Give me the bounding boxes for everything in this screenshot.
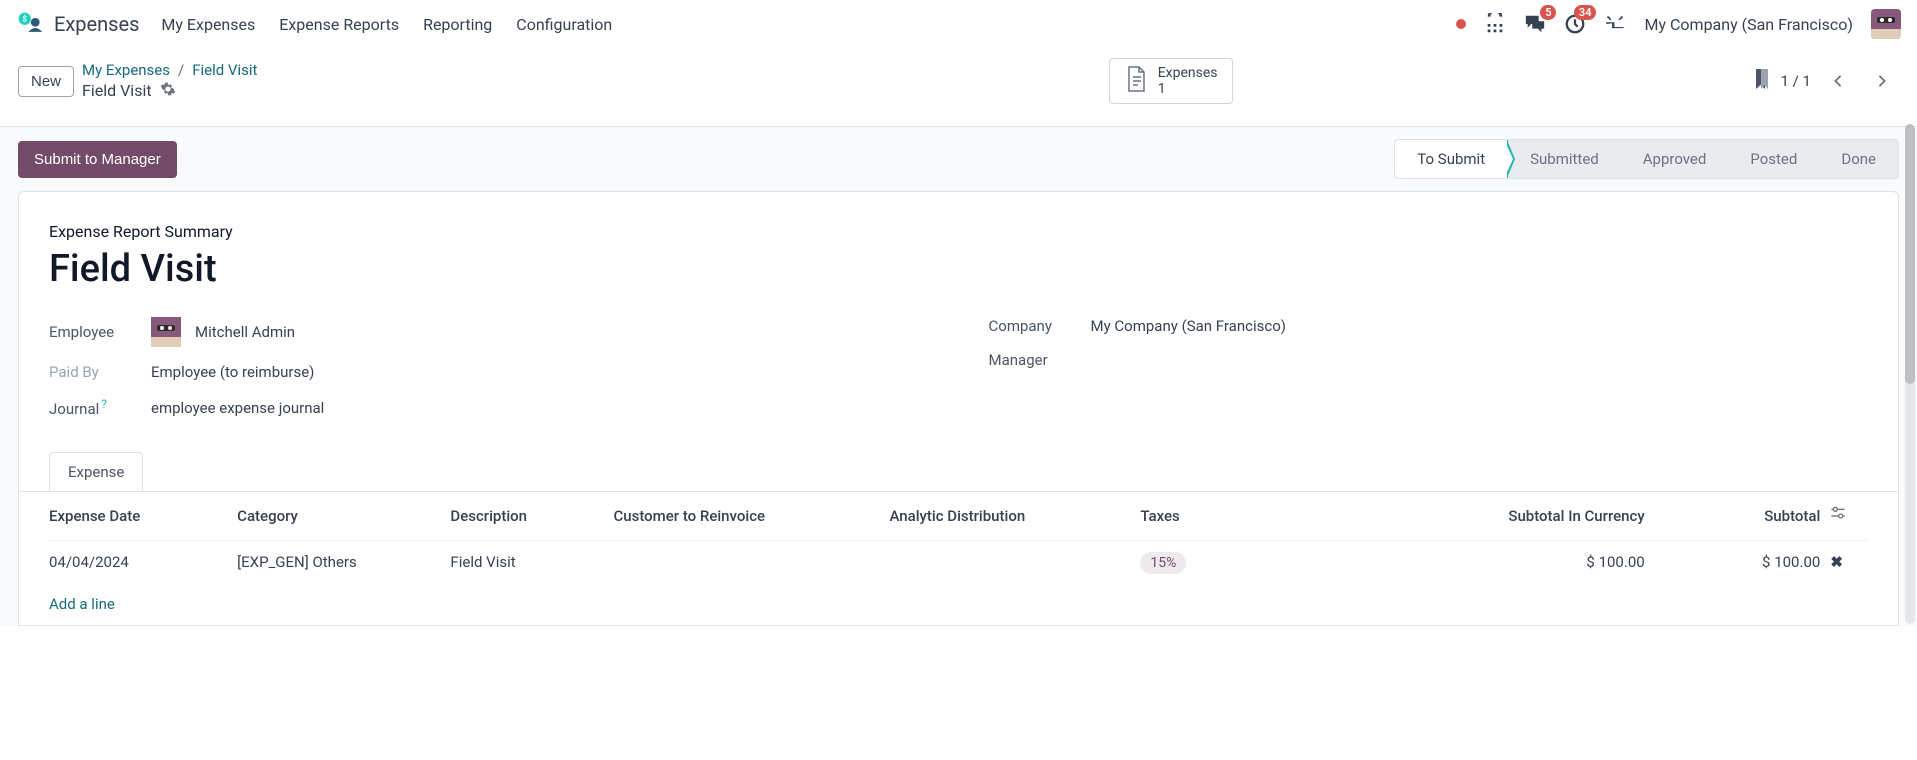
label-paid-by: Paid By (49, 363, 137, 381)
messages-badge: 5 (1540, 5, 1556, 20)
nav-configuration[interactable]: Configuration (516, 15, 612, 34)
status-to-submit[interactable]: To Submit (1394, 139, 1508, 179)
company-switcher[interactable]: My Company (San Francisco) (1644, 15, 1853, 34)
col-analytic[interactable]: Analytic Distribution (889, 492, 1140, 541)
dialer-icon[interactable] (1484, 13, 1506, 35)
messages-icon[interactable]: 5 (1524, 13, 1546, 35)
label-company: Company (989, 317, 1077, 335)
value-journal[interactable]: employee expense journal (151, 399, 324, 417)
top-nav: $ Expenses My Expenses Expense Reports R… (0, 0, 1917, 48)
app-title[interactable]: Expenses (54, 12, 139, 36)
action-bar: Submit to Manager To Submit Submitted Ap… (18, 127, 1899, 191)
scrollbar[interactable] (1905, 124, 1915, 624)
col-customer[interactable]: Customer to Reinvoice (614, 492, 890, 541)
optional-columns-icon[interactable] (1830, 508, 1846, 526)
submit-to-manager-button[interactable]: Submit to Manager (18, 141, 177, 178)
systray: 5 34 My Company (San Francisco) (1456, 9, 1901, 39)
label-employee: Employee (49, 323, 137, 341)
cell-subtotal[interactable]: $ 100.00 (1655, 541, 1831, 584)
col-category[interactable]: Category (237, 492, 450, 541)
nav-my-expenses[interactable]: My Expenses (161, 15, 255, 34)
status-done[interactable]: Done (1819, 140, 1898, 178)
table-row[interactable]: 04/04/2024 [EXP_GEN] Others Field Visit … (49, 541, 1868, 584)
stat-label: Expenses (1158, 65, 1218, 81)
cell-subtotal-currency[interactable]: $ 100.00 (1366, 541, 1655, 584)
cell-category[interactable]: [EXP_GEN] Others (237, 541, 450, 584)
col-subtotal[interactable]: Subtotal (1655, 492, 1831, 541)
status-submitted[interactable]: Submitted (1508, 140, 1621, 178)
report-title[interactable]: Field Visit (49, 247, 1868, 291)
value-employee[interactable]: Mitchell Admin (195, 323, 295, 341)
cell-description[interactable]: Field Visit (450, 541, 613, 584)
debug-icon[interactable] (1604, 13, 1626, 35)
form-view: Submit to Manager To Submit Submitted Ap… (0, 127, 1917, 626)
cell-customer[interactable] (614, 541, 890, 584)
new-button[interactable]: New (18, 66, 74, 97)
tab-expense[interactable]: Expense (49, 452, 143, 491)
stat-expenses-button[interactable]: Expenses 1 (1109, 58, 1233, 104)
cell-date[interactable]: 04/04/2024 (49, 541, 237, 584)
pager-prev-button[interactable] (1821, 64, 1855, 98)
activity-badge: 34 (1574, 5, 1597, 20)
gear-icon[interactable] (160, 81, 176, 102)
add-line-link[interactable]: Add a line (49, 585, 115, 623)
control-panel: New My Expenses / Field Visit Field Visi… (0, 48, 1917, 127)
col-subtotal-currency[interactable]: Subtotal In Currency (1366, 492, 1655, 541)
tax-tag[interactable]: 15% (1140, 552, 1186, 574)
col-description[interactable]: Description (450, 492, 613, 541)
expense-lines-table: Expense Date Category Description Custom… (19, 491, 1898, 625)
value-company[interactable]: My Company (San Francisco) (1091, 317, 1286, 335)
breadcrumb-parent[interactable]: My Expenses (82, 60, 170, 80)
bookmark-icon[interactable] (1753, 68, 1771, 94)
stat-count: 1 (1158, 81, 1218, 97)
status-bar: To Submit Submitted Approved Posted Done (1394, 139, 1899, 179)
status-posted[interactable]: Posted (1728, 140, 1819, 178)
user-avatar[interactable] (1871, 9, 1901, 39)
nav-reporting[interactable]: Reporting (423, 15, 492, 34)
status-approved[interactable]: Approved (1621, 140, 1729, 178)
cell-analytic[interactable] (889, 541, 1140, 584)
breadcrumb-separator: / (178, 60, 184, 80)
record-name: Field Visit (82, 80, 152, 102)
value-paid-by[interactable]: Employee (to reimburse) (151, 363, 314, 381)
breadcrumb: My Expenses / Field Visit Field Visit (82, 60, 257, 102)
nav-menu: My Expenses Expense Reports Reporting Co… (161, 15, 612, 34)
pager: 1 / 1 (1753, 64, 1900, 98)
label-journal: Journal? (49, 397, 137, 418)
nav-expense-reports[interactable]: Expense Reports (279, 15, 399, 34)
activity-icon[interactable]: 34 (1564, 13, 1586, 35)
employee-avatar (151, 317, 181, 347)
svg-text:$: $ (22, 14, 27, 23)
form-sheet: Expense Report Summary Field Visit Emplo… (18, 191, 1899, 626)
tabs: Expense (49, 452, 1868, 491)
col-taxes[interactable]: Taxes (1140, 492, 1366, 541)
app-icon[interactable]: $ (16, 10, 44, 38)
recording-indicator-icon (1456, 19, 1466, 29)
help-icon[interactable]: ? (101, 397, 107, 411)
summary-label: Expense Report Summary (49, 222, 1868, 241)
cell-taxes[interactable]: 15% (1140, 541, 1366, 584)
label-manager: Manager (989, 351, 1077, 369)
delete-row-icon[interactable]: ✖ (1830, 553, 1843, 571)
breadcrumb-leaf[interactable]: Field Visit (192, 60, 257, 80)
document-icon (1124, 65, 1148, 97)
pager-count[interactable]: 1 / 1 (1781, 72, 1812, 90)
pager-next-button[interactable] (1865, 64, 1899, 98)
col-date[interactable]: Expense Date (49, 492, 237, 541)
